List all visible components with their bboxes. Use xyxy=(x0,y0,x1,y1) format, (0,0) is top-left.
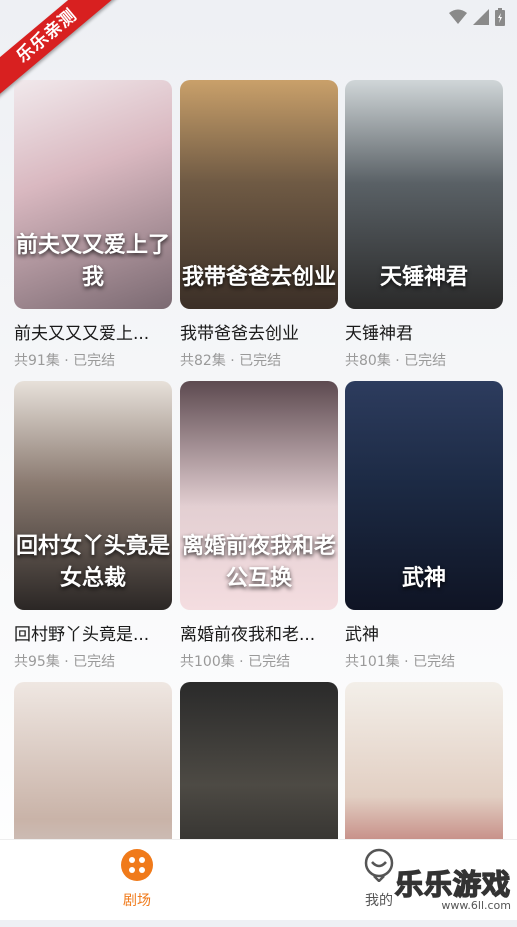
drama-episode-meta: 共100集 · 已完结 xyxy=(180,654,291,670)
drama-title: 武神 xyxy=(345,625,379,645)
drama-episode-meta: 共95集 · 已完结 xyxy=(14,654,116,670)
signal-icon xyxy=(473,9,489,25)
drama-poster[interactable]: 我带爸爸去创业 xyxy=(180,80,338,309)
drama-card[interactable]: 武神 武神 共101集 · 已完结 xyxy=(345,381,503,671)
drama-title: 回村野丫头竟是... xyxy=(14,625,150,645)
poster-title-art: 我带爸爸去创业 xyxy=(181,264,336,290)
drama-title: 前夫又又又爱上... xyxy=(14,324,150,344)
tab-theater-label: 剧场 xyxy=(123,893,151,909)
bottom-tab-bar: 剧场 我的 乐乐游戏 www.6ll.com xyxy=(0,839,517,920)
drama-card[interactable]: 前夫又又爱上了我前夫又又又爱上... 共91集 · 已完结 xyxy=(14,80,172,370)
poster-title-art: 回村女丫头竟是女总裁 xyxy=(15,533,170,591)
drama-poster[interactable]: 回村女丫头竟是女总裁 xyxy=(14,381,172,610)
poster-title-art: 离婚前夜我和老公互换 xyxy=(181,533,336,591)
poster-title-art: 前夫又又爱上了我 xyxy=(15,232,170,290)
tab-theater[interactable]: 剧场 xyxy=(97,848,177,910)
theater-icon xyxy=(121,849,153,881)
wifi-icon xyxy=(449,9,467,24)
drama-card[interactable]: 天锤神君 天锤神君 共80集 · 已完结 xyxy=(345,80,503,370)
status-icons xyxy=(449,8,505,26)
drama-title: 我带爸爸去创业 xyxy=(180,324,299,344)
watermark-text: 乐乐游戏 xyxy=(394,867,511,902)
poster-title-art: 武神 xyxy=(401,565,446,591)
watermark: 乐乐游戏 www.6ll.com xyxy=(394,863,511,912)
poster-title-art: 天锤神君 xyxy=(379,264,468,290)
drama-episode-meta: 共91集 · 已完结 xyxy=(14,353,116,369)
drama-poster[interactable]: 前夫又又爱上了我 xyxy=(14,80,172,309)
drama-card[interactable]: 离婚前夜我和老公互换离婚前夜我和老... 共100集 · 已完结 xyxy=(180,381,338,671)
drama-poster[interactable]: 离婚前夜我和老公互换 xyxy=(180,381,338,610)
drama-episode-meta: 共101集 · 已完结 xyxy=(345,654,456,670)
drama-poster[interactable]: 天锤神君 xyxy=(345,80,503,309)
drama-card[interactable]: 我带爸爸去创业 我带爸爸去创业 共82集 · 已完结 xyxy=(180,80,338,370)
drama-episode-meta: 共80集 · 已完结 xyxy=(345,353,447,369)
battery-icon xyxy=(495,8,505,26)
drama-episode-meta: 共82集 · 已完结 xyxy=(180,353,282,369)
drama-title: 天锤神君 xyxy=(345,324,413,344)
drama-title: 离婚前夜我和老... xyxy=(180,625,316,645)
drama-poster[interactable]: 武神 xyxy=(345,381,503,610)
drama-card[interactable]: 回村女丫头竟是女总裁回村野丫头竟是... 共95集 · 已完结 xyxy=(14,381,172,671)
profile-icon xyxy=(364,848,394,883)
